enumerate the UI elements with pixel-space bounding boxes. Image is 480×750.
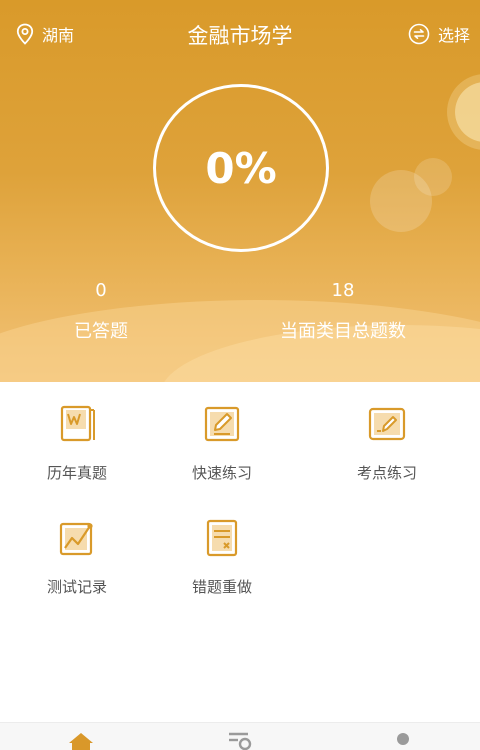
profile-icon[interactable] (388, 729, 418, 750)
menu-item-label: 历年真题 (46, 464, 107, 482)
menu-item-label: 错题重做 (191, 578, 252, 596)
answered-count: 0 (95, 280, 107, 301)
menu-item-past-exams[interactable]: 历年真题 (17, 404, 137, 483)
decorative-bubble (414, 158, 452, 196)
menu-item-keypoint-practice[interactable]: 考点练习 (327, 404, 447, 483)
switch-icon (408, 23, 430, 45)
total-count: 18 (331, 280, 355, 301)
top-bar: 湖南 金融市场学 选择 (0, 0, 480, 66)
menu-item-test-records[interactable]: 测试记录 (17, 518, 137, 597)
menu-item-quick-practice[interactable]: 快速练习 (162, 404, 282, 483)
menu-item-wrong-redo[interactable]: 错题重做 (162, 518, 282, 597)
select-label: 选择 (437, 26, 470, 45)
keypoint-practice-icon (368, 407, 406, 441)
menu-item-label: 考点练习 (356, 464, 417, 482)
menu-item-label: 测试记录 (46, 578, 107, 596)
bottom-nav (0, 722, 480, 750)
answered-label: 已答题 (74, 321, 128, 342)
home-icon[interactable] (66, 729, 96, 750)
quick-practice-pencil-icon (204, 406, 240, 442)
progress-ring: 0% (153, 84, 329, 252)
total-label: 当面类目总题数 (280, 321, 406, 342)
menu-item-label: 快速练习 (191, 464, 252, 482)
answered-stat: 0 已答题 (40, 280, 162, 343)
total-stat: 18 当面类目总题数 (270, 280, 416, 343)
progress-percent: 0% (205, 143, 277, 193)
past-exam-book-icon (60, 405, 95, 442)
list-search-icon[interactable] (226, 729, 256, 750)
select-button[interactable]: 选择 (408, 22, 470, 46)
wrong-question-redo-icon (206, 519, 238, 557)
decorative-glow (455, 82, 480, 142)
test-record-chart-icon (59, 522, 93, 556)
hero-banner: 湖南 金融市场学 选择 0% 0 已答题 18 当面类目总题数 (0, 0, 480, 382)
